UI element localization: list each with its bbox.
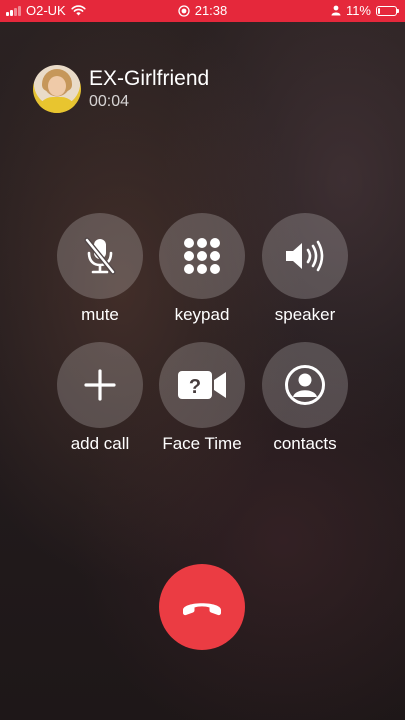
battery-icon [376,5,399,16]
screen-recording-icon [178,4,190,17]
caller-name: EX-Girlfriend [89,67,210,90]
facetime-video-icon: ? [178,371,226,399]
svg-text:?: ? [189,376,201,398]
speaker-icon [286,240,324,272]
keypad-button[interactable] [159,213,245,299]
speaker-label: speaker [274,305,336,324]
speaker-button[interactable] [262,213,348,299]
add-call-label: add call [70,434,130,453]
caller-info: EX-Girlfriend 00:04 [33,65,209,113]
caller-avatar [33,65,81,113]
mute-button[interactable] [57,213,143,299]
call-duration: 00:04 [89,93,130,110]
status-bar: O2-UK 21:38 11% [0,0,405,22]
clock: 21:38 [194,3,228,18]
add-call-control[interactable]: add call [45,342,155,454]
contacts-control[interactable]: contacts [250,342,360,454]
speaker-control[interactable]: speaker [250,213,360,325]
phone-hangup-icon [183,603,221,616]
contacts-button[interactable] [262,342,348,428]
keypad-label: keypad [174,305,230,324]
add-call-button[interactable] [57,342,143,428]
facetime-label: Face Time [162,434,242,453]
facetime-control[interactable]: ? Face Time [147,342,257,454]
mute-label: mute [81,305,119,324]
microphone-slash-icon [84,237,116,275]
contacts-label: contacts [273,434,337,453]
contact-icon [285,365,325,405]
keypad-control[interactable]: keypad [147,213,257,325]
end-call-button[interactable] [159,564,245,650]
keypad-icon [184,238,220,274]
battery-percentage: 11% [345,3,371,18]
plus-icon [84,369,116,401]
person-icon [331,5,341,16]
mute-control[interactable]: mute [45,213,155,325]
facetime-button[interactable]: ? [159,342,245,428]
status-bar-right: 11% [331,3,399,18]
